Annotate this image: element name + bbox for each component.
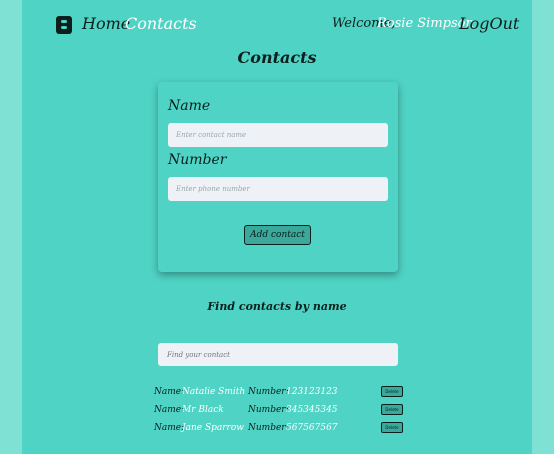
list-item: Name: Natalie Smith Number: 123123123 bbox=[154, 387, 414, 401]
contact-number: 345345345 bbox=[286, 405, 338, 415]
address-book-icon[interactable] bbox=[56, 16, 72, 34]
page-container: Home Contacts Welcome, Rosie Simpson Log… bbox=[22, 0, 532, 454]
contact-name: Natalie Smith bbox=[182, 387, 246, 397]
number-input[interactable] bbox=[168, 177, 388, 201]
contact-name-label: Name: bbox=[154, 405, 185, 415]
page-title: Contacts bbox=[237, 48, 317, 67]
contact-number-label: Number: bbox=[248, 387, 289, 397]
contact-name: Mr Black bbox=[182, 405, 224, 415]
delete-button[interactable]: Delete bbox=[381, 386, 403, 397]
nav-contacts-link[interactable]: Contacts bbox=[125, 14, 197, 33]
contact-number: 567567567 bbox=[286, 423, 338, 433]
number-label: Number bbox=[168, 152, 227, 168]
contact-number-label: Number: bbox=[248, 405, 289, 415]
search-input[interactable] bbox=[158, 343, 398, 366]
contact-name-label: Name: bbox=[154, 423, 185, 433]
contact-number-label: Number: bbox=[248, 423, 289, 433]
contact-name: Jane Sparrow bbox=[182, 423, 244, 433]
contact-name-label: Name: bbox=[154, 387, 185, 397]
name-input[interactable] bbox=[168, 123, 388, 147]
add-contact-button[interactable]: Add contact bbox=[244, 225, 311, 245]
delete-button[interactable]: Delete bbox=[381, 422, 403, 433]
add-contact-form: Name Number Add contact bbox=[158, 82, 398, 272]
list-item: Name: Jane Sparrow Number: 567567567 bbox=[154, 423, 414, 437]
list-item: Name: Mr Black Number: 345345345 bbox=[154, 405, 414, 419]
find-title: Find contacts by name bbox=[207, 300, 347, 313]
name-label: Name bbox=[168, 98, 211, 114]
nav-home-link[interactable]: Home bbox=[82, 14, 130, 33]
contact-number: 123123123 bbox=[286, 387, 338, 397]
logout-link[interactable]: LogOut bbox=[459, 14, 519, 33]
delete-button[interactable]: Delete bbox=[381, 404, 403, 415]
